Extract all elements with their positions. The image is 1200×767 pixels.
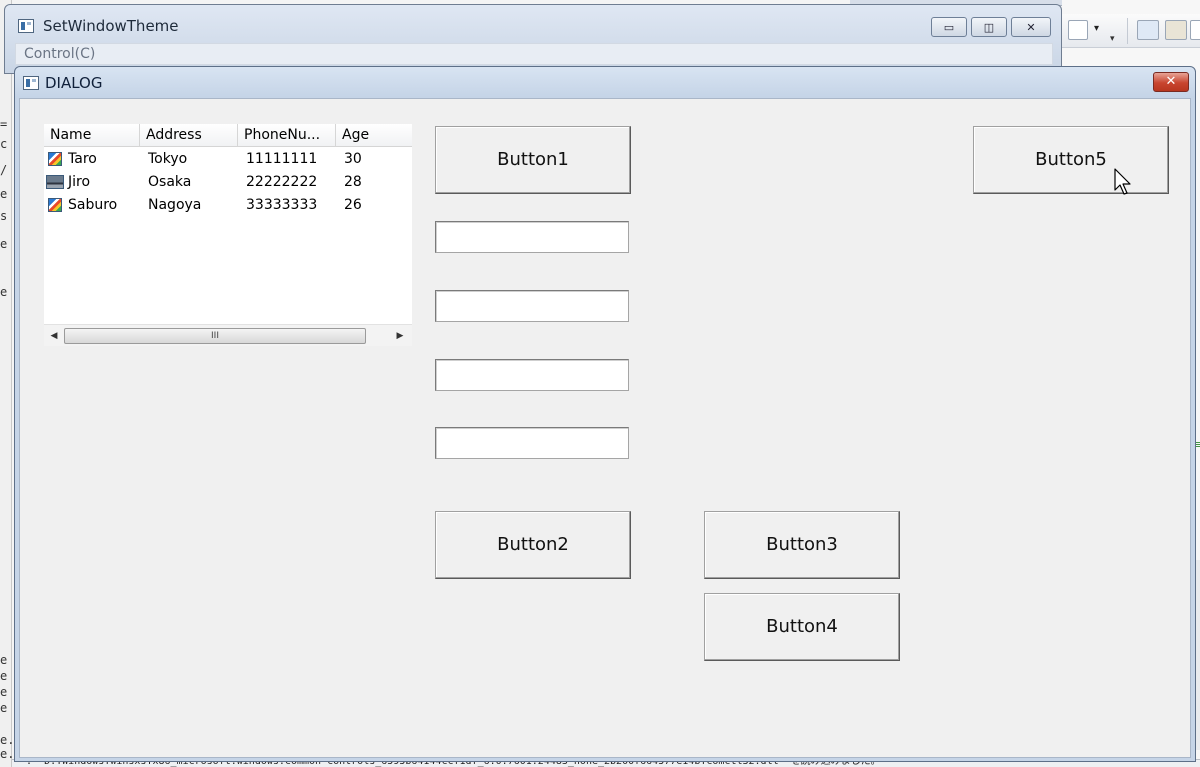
button-3[interactable]: Button3 (704, 511, 900, 579)
editor-fragment: / (0, 163, 8, 177)
editor-fragment: e. (0, 733, 15, 747)
cell-address: Nagoya (148, 197, 202, 213)
pencil-icon (48, 152, 62, 166)
computer-icon (46, 175, 64, 189)
text-field-3[interactable] (435, 359, 629, 391)
class-view-toolbar-icon[interactable] (1165, 20, 1187, 40)
text-field-4[interactable] (435, 427, 629, 459)
menu-bar: Control(C) (15, 43, 1053, 65)
app-window-icon[interactable] (18, 19, 34, 33)
toolbar-icon[interactable] (1190, 20, 1200, 40)
button-1[interactable]: Button1 (435, 126, 631, 194)
list-row[interactable]: Taro Tokyo 11111111 30 (44, 148, 412, 171)
scroll-right-icon[interactable]: ▶ (390, 325, 410, 347)
editor-fragment: e (0, 701, 8, 715)
editor-fragment: s (0, 209, 8, 223)
button-5[interactable]: Button5 (973, 126, 1169, 194)
cell-name: Taro (68, 151, 97, 167)
list-row[interactable]: Saburo Nagoya 33333333 26 (44, 194, 412, 217)
cell-address: Tokyo (148, 151, 188, 167)
text-field-1[interactable] (435, 221, 629, 253)
dropdown-arrow-icon[interactable]: ▾ (1094, 23, 1099, 34)
scroll-thumb[interactable]: III (64, 328, 366, 344)
menu-item-control[interactable]: Control(C) (24, 46, 95, 63)
dialog-window-icon[interactable] (23, 76, 39, 90)
toolbar-separator (1127, 18, 1128, 44)
scroll-left-icon[interactable]: ◀ (44, 325, 64, 347)
editor-fragment: = (0, 117, 8, 131)
dialog-titlebar[interactable]: DIALOG ✕ (15, 67, 1195, 97)
cell-address: Osaka (148, 174, 192, 190)
main-titlebar[interactable]: SetWindowTheme ▭ ◫ ✕ (5, 5, 1061, 39)
minimize-button[interactable]: ▭ (931, 17, 967, 37)
window-toolbar-icon[interactable] (1068, 20, 1088, 40)
main-window-title: SetWindowTheme (43, 17, 179, 35)
button-2[interactable]: Button2 (435, 511, 631, 579)
cell-phone: 22222222 (246, 174, 318, 190)
column-header-address[interactable]: Address (140, 124, 238, 147)
cell-phone: 11111111 (246, 151, 318, 167)
background-code-editor: = c / e s e e e e e e e. e. (0, 0, 15, 767)
editor-fragment: c (0, 137, 8, 151)
column-header-name[interactable]: Name (44, 124, 140, 147)
cell-name: Jiro (68, 174, 91, 190)
dialog-window: DIALOG ✕ Name Address PhoneNu... Age Tar… (14, 66, 1196, 762)
close-button[interactable]: ✕ (1011, 17, 1051, 37)
cell-age: 30 (344, 151, 362, 167)
properties-toolbar-icon[interactable] (1137, 20, 1159, 40)
cell-phone: 33333333 (246, 197, 318, 213)
editor-fragment: e (0, 187, 8, 201)
editor-fragment: e (0, 669, 8, 683)
dialog-client-area: Name Address PhoneNu... Age Taro Tokyo 1… (19, 98, 1191, 758)
editor-fragment: e (0, 653, 8, 667)
button-4[interactable]: Button4 (704, 593, 900, 661)
editor-fragment: e (0, 237, 8, 251)
toolbar-overflow-icon[interactable]: ▾ (1110, 34, 1115, 44)
list-horizontal-scrollbar[interactable]: ◀ III ▶ (44, 324, 412, 346)
cell-age: 28 (344, 174, 362, 190)
column-header-age[interactable]: Age (336, 124, 412, 147)
dialog-close-button[interactable]: ✕ (1153, 72, 1189, 92)
mouse-pointer-icon (1114, 168, 1131, 195)
column-header-phone[interactable]: PhoneNu... (238, 124, 336, 147)
dialog-title: DIALOG (45, 74, 103, 92)
main-window: SetWindowTheme ▭ ◫ ✕ Control(C) (4, 4, 1062, 74)
editor-fragment: e (0, 685, 8, 699)
pencil-icon (48, 198, 62, 212)
list-view[interactable]: Name Address PhoneNu... Age Taro Tokyo 1… (44, 124, 412, 346)
list-header: Name Address PhoneNu... Age (44, 124, 412, 147)
maximize-button[interactable]: ◫ (971, 17, 1007, 37)
text-field-2[interactable] (435, 290, 629, 322)
cell-name: Saburo (68, 197, 118, 213)
cell-age: 26 (344, 197, 362, 213)
list-row[interactable]: Jiro Osaka 22222222 28 (44, 171, 412, 194)
editor-fragment: e (0, 285, 8, 299)
